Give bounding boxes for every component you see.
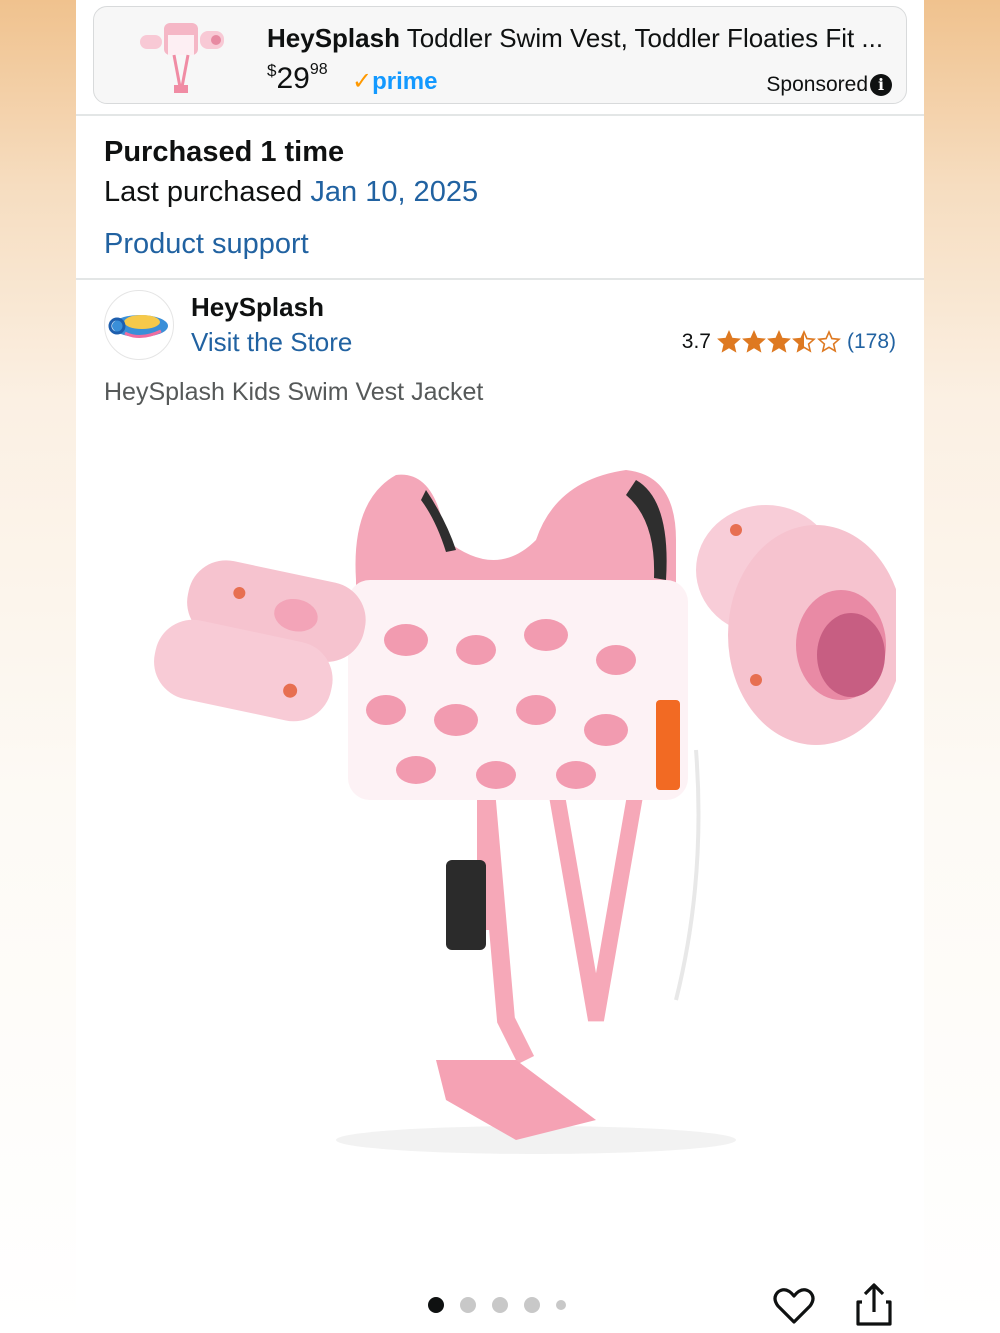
store-logo-graphic — [108, 315, 168, 338]
sponsored-brand: HeySplash — [267, 23, 400, 53]
star-rating — [717, 330, 841, 354]
heart-icon[interactable] — [772, 1284, 816, 1328]
sponsored-label: Sponsored — [766, 73, 868, 96]
product-image[interactable] — [116, 460, 896, 1180]
last-purchased-label: Last purchased — [104, 176, 303, 208]
info-icon[interactable]: i — [870, 74, 892, 96]
last-purchased: Last purchased Jan 10, 2025 — [104, 176, 478, 209]
prime-check-icon: ✓ — [352, 68, 373, 95]
product-support-link[interactable]: Product support — [104, 228, 309, 261]
pagination-dot[interactable] — [524, 1297, 540, 1313]
rating-count-link[interactable]: (178) — [847, 330, 896, 354]
sponsored-ad-card[interactable]: HeySplash Toddler Swim Vest, Toddler Flo… — [93, 6, 907, 104]
purchase-count: Purchased 1 time — [104, 136, 345, 168]
prime-badge: ✓prime — [352, 67, 437, 96]
star-full-icon — [742, 330, 766, 353]
price-whole: 29 — [276, 62, 310, 95]
sponsored-product-thumbnail — [140, 23, 224, 93]
rating-summary[interactable]: 3.7 (178) — [682, 330, 896, 354]
buckle — [446, 860, 486, 950]
product-title: HeySplash Kids Swim Vest Jacket — [104, 378, 484, 406]
store-logo[interactable] — [104, 290, 174, 360]
pagination-dot[interactable] — [492, 1297, 508, 1313]
rating-value: 3.7 — [681, 330, 711, 353]
pagination-dot[interactable] — [460, 1297, 476, 1313]
price-fraction: 98 — [309, 61, 328, 78]
star-empty-icon — [817, 330, 841, 353]
last-purchased-date-link[interactable]: Jan 10, 2025 — [310, 176, 478, 208]
sponsored-price: $2998 — [267, 61, 328, 96]
store-name: HeySplash — [191, 292, 324, 322]
sponsored-product-title[interactable]: HeySplash Toddler Swim Vest, Toddler Flo… — [267, 23, 887, 54]
prime-label: prime — [372, 68, 438, 95]
share-icon[interactable] — [854, 1282, 894, 1328]
divider — [76, 114, 924, 116]
star-full-icon — [717, 330, 741, 353]
pagination-dot[interactable] — [556, 1300, 566, 1310]
pagination-dot[interactable] — [428, 1297, 444, 1313]
star-full-icon — [767, 330, 791, 353]
divider — [76, 278, 924, 280]
visit-store-link[interactable]: Visit the Store — [191, 327, 352, 358]
product-page: HeySplash Toddler Swim Vest, Toddler Flo… — [76, 0, 924, 1333]
image-pagination[interactable] — [428, 1297, 566, 1313]
sponsored-title-text: Toddler Swim Vest, Toddler Floaties Fit … — [406, 23, 884, 53]
star-half-icon — [792, 330, 816, 353]
